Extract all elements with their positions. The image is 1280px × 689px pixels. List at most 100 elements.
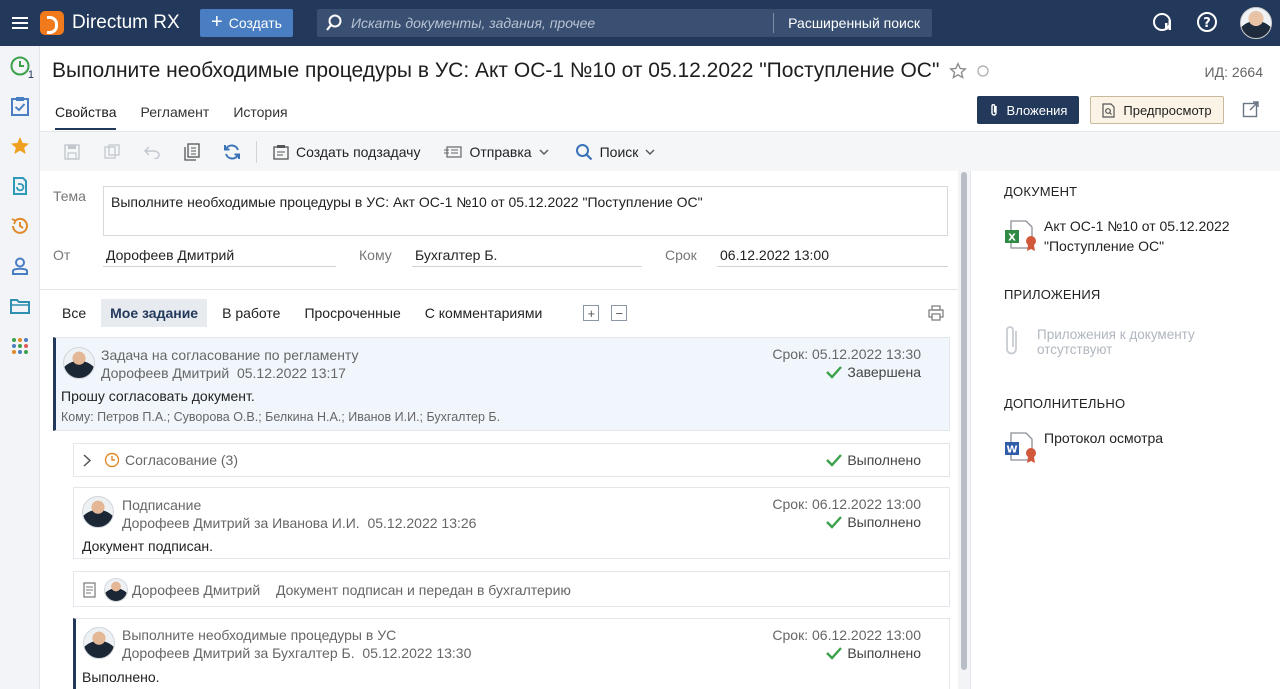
proc-task-title: Выполните необходимые процедуры в УС bbox=[122, 627, 397, 643]
menu-icon[interactable] bbox=[0, 0, 40, 46]
chevron-down-icon bbox=[645, 149, 655, 155]
rail-tasks[interactable] bbox=[0, 86, 40, 126]
svg-text:X: X bbox=[1008, 233, 1016, 244]
preview-button[interactable]: Предпросмотр bbox=[1090, 96, 1224, 124]
proc-task-status-text: Выполнено bbox=[847, 645, 921, 661]
card-tabs: Свойства Регламент История bbox=[55, 104, 312, 130]
document-section-heading: ДОКУМЕНТ bbox=[1004, 184, 1078, 199]
rail-modules[interactable] bbox=[0, 326, 40, 366]
attachments-empty-line1: Приложения к документу bbox=[1037, 327, 1195, 342]
search-dropdown[interactable]: Поиск bbox=[575, 143, 656, 161]
thread-main-task[interactable]: Задача на согласование по регламенту Дор… bbox=[53, 337, 950, 431]
thread-sign-task[interactable]: Подписание Дорофеев Дмитрий за Иванова И… bbox=[73, 487, 950, 559]
rail-inbox[interactable]: 1 bbox=[0, 46, 40, 86]
main-task-author-name: Дорофеев Дмитрий bbox=[101, 365, 230, 381]
open-external-icon[interactable] bbox=[1242, 100, 1260, 118]
deadline-field[interactable]: 06.12.2022 13:00 bbox=[717, 243, 948, 267]
deadline-label: Срок bbox=[665, 247, 697, 263]
check-icon bbox=[826, 366, 843, 379]
proc-task-status: Выполнено bbox=[826, 645, 921, 661]
svg-text:?: ? bbox=[1203, 16, 1211, 31]
expand-all-icon[interactable]: + bbox=[583, 305, 600, 321]
record-id: ИД: 2664 bbox=[1204, 64, 1263, 80]
save-icon[interactable] bbox=[52, 132, 92, 172]
global-search[interactable]: Искать документы, задания, прочее Расшир… bbox=[317, 9, 932, 37]
sign-task-status: Выполнено bbox=[826, 514, 921, 530]
chevron-right-icon[interactable] bbox=[83, 454, 91, 467]
create-button[interactable]: + Создать bbox=[200, 9, 293, 37]
approval-group-status: Выполнено bbox=[826, 452, 921, 468]
note-text: Документ подписан и передан в бухгалтери… bbox=[276, 582, 571, 598]
search-input[interactable]: Искать документы, задания, прочее bbox=[351, 15, 773, 31]
advanced-search-link[interactable]: Расширенный поиск bbox=[773, 13, 932, 33]
check-icon bbox=[826, 647, 843, 660]
folder-icon bbox=[10, 299, 30, 314]
approval-group-title: Согласование (3) bbox=[125, 452, 238, 468]
tab-history[interactable]: История bbox=[233, 104, 287, 130]
proc-task-date: 05.12.2022 13:30 bbox=[362, 645, 472, 661]
print-icon[interactable] bbox=[928, 305, 944, 321]
app-logo[interactable]: Directum RX bbox=[40, 11, 200, 35]
copy-icon[interactable] bbox=[172, 132, 212, 172]
clock-outline-icon bbox=[104, 452, 120, 468]
app-name: Directum RX bbox=[72, 12, 180, 33]
checklist-icon bbox=[11, 97, 29, 116]
page-title-text: Выполните необходимые процедуры в УС: Ак… bbox=[52, 59, 940, 82]
tab-regulation[interactable]: Регламент bbox=[140, 104, 209, 130]
create-button-label: Создать bbox=[228, 15, 282, 31]
main-task-deadline: Срок: 05.12.2022 13:30 bbox=[772, 346, 921, 362]
main-document-link[interactable]: Акт ОС-1 №10 от 05.12.2022 "Поступление … bbox=[1044, 216, 1230, 256]
main-task-text: Прошу согласовать документ. bbox=[61, 388, 255, 404]
star-icon bbox=[11, 137, 29, 154]
to-field[interactable]: Бухгалтер Б. bbox=[412, 243, 642, 267]
attachments-button[interactable]: Вложения bbox=[977, 96, 1079, 124]
filter-overdue[interactable]: Просроченные bbox=[295, 299, 409, 327]
undo-icon[interactable] bbox=[132, 132, 172, 172]
chevron-down-icon bbox=[539, 149, 549, 155]
create-subtask-button[interactable]: Создать подзадачу bbox=[273, 144, 420, 160]
star-outline-icon[interactable] bbox=[949, 62, 968, 80]
inbox-badge: 1 bbox=[27, 69, 34, 81]
thread-scrollbar-thumb[interactable] bbox=[961, 172, 967, 670]
filter-in-progress[interactable]: В работе bbox=[213, 299, 289, 327]
rail-favorites[interactable] bbox=[0, 126, 40, 166]
help-icon[interactable]: ? bbox=[1196, 11, 1218, 36]
tab-properties[interactable]: Свойства bbox=[55, 104, 117, 130]
send-label: Отправка bbox=[469, 143, 532, 160]
sign-task-deadline: Срок: 06.12.2022 13:00 bbox=[772, 496, 921, 512]
main-task-author: Дорофеев Дмитрий 05.12.2022 13:17 bbox=[101, 365, 346, 381]
filter-with-comments[interactable]: С комментариями bbox=[416, 299, 552, 327]
main-document-name-line2: "Поступление ОС" bbox=[1044, 238, 1165, 254]
thread-note[interactable]: Дорофеев Дмитрий Документ подписан и пер… bbox=[73, 571, 950, 607]
from-field[interactable]: Дорофеев Дмитрий bbox=[103, 243, 336, 267]
send-dropdown[interactable]: Отправка bbox=[444, 143, 549, 160]
subject-field[interactable]: Выполните необходимые процедуры в УС: Ак… bbox=[103, 186, 948, 236]
filter-all[interactable]: Все bbox=[53, 299, 95, 327]
attachments-empty-line2: отсутствуют bbox=[1037, 342, 1113, 357]
note-author: Дорофеев Дмитрий bbox=[132, 582, 261, 598]
extra-document-link[interactable]: Протокол осмотра bbox=[1044, 428, 1163, 448]
reports-icon[interactable] bbox=[1152, 11, 1174, 36]
rail-contacts[interactable] bbox=[0, 246, 40, 286]
paperclip-icon bbox=[990, 104, 997, 116]
rail-documents[interactable] bbox=[0, 166, 40, 206]
proc-task-author-name: Дорофеев Дмитрий за Бухгалтер Б. bbox=[122, 645, 355, 661]
save-close-icon[interactable] bbox=[92, 132, 132, 172]
thread-procedures-task[interactable]: Выполните необходимые процедуры в УС Дор… bbox=[73, 618, 950, 689]
preview-button-label: Предпросмотр bbox=[1123, 102, 1212, 118]
top-bar: Directum RX + Создать Искать документы, … bbox=[0, 0, 1280, 46]
to-label: Кому bbox=[359, 247, 392, 263]
collapse-all-icon[interactable]: − bbox=[611, 305, 628, 321]
search-label: Поиск bbox=[599, 143, 639, 160]
rail-history[interactable] bbox=[0, 206, 40, 246]
user-avatar[interactable] bbox=[1240, 7, 1272, 39]
thread-approval-group[interactable]: Согласование (3) Выполнено bbox=[73, 443, 950, 477]
history-icon bbox=[11, 217, 28, 234]
main-task-status-text: Завершена bbox=[847, 364, 921, 380]
create-subtask-label: Создать подзадачу bbox=[296, 143, 421, 160]
avatar bbox=[104, 578, 128, 602]
person-icon bbox=[12, 257, 28, 275]
filter-my-task[interactable]: Мое задание bbox=[101, 299, 208, 327]
rail-folders[interactable] bbox=[0, 286, 40, 326]
refresh-icon[interactable] bbox=[212, 132, 252, 172]
